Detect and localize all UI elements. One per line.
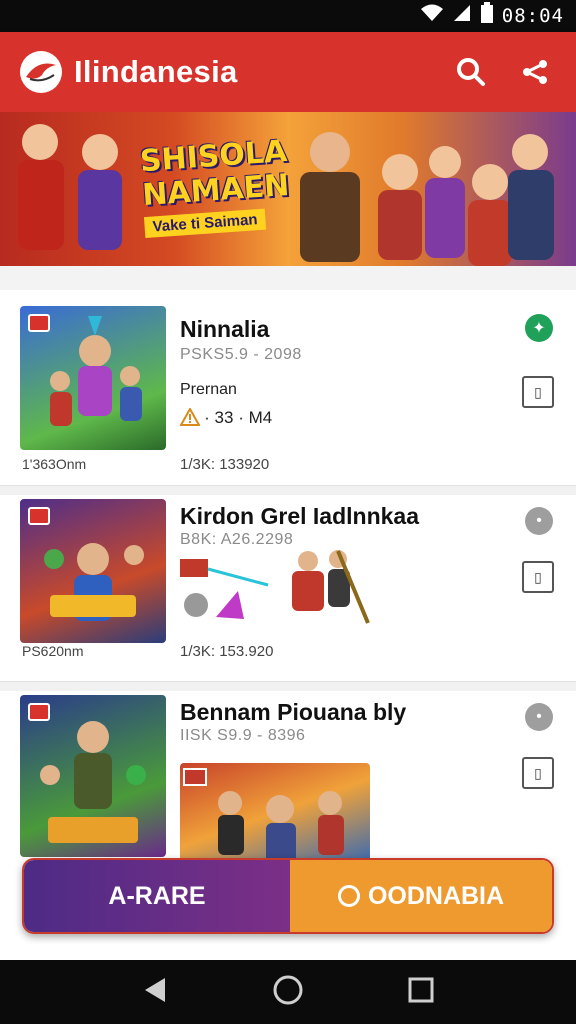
secondary-action-button[interactable]: OODNABIA bbox=[290, 860, 552, 932]
item-title: Ninnalia bbox=[180, 316, 270, 342]
status-indicator-icon: • bbox=[525, 507, 553, 535]
warning-icon bbox=[179, 406, 204, 427]
system-nav-bar bbox=[0, 960, 576, 1024]
item-title: Bennam Piouana bly bbox=[180, 699, 407, 725]
game-thumbnail[interactable] bbox=[20, 695, 166, 857]
banner-title: SHISOLA NAMAEN Vake ti Saiman bbox=[139, 134, 292, 239]
select-checkbox[interactable]: ▯ bbox=[522, 561, 554, 593]
brand-badge-icon bbox=[28, 703, 50, 721]
game-thumbnail[interactable] bbox=[20, 499, 166, 643]
coin-icon bbox=[337, 885, 360, 907]
select-checkbox[interactable]: ▯ bbox=[522, 757, 554, 789]
search-button[interactable] bbox=[448, 49, 494, 95]
home-button[interactable] bbox=[272, 974, 304, 1011]
item-title: Kirdon Grel Iadlnnkaa bbox=[180, 503, 419, 529]
share-button[interactable] bbox=[512, 49, 558, 95]
primary-action-button[interactable]: A-RARE bbox=[24, 860, 290, 932]
list-item[interactable]: Ninnalia PSKS5.9 - 2098 Prernan · 33 · M… bbox=[0, 290, 576, 485]
item-warning-row: · 33 · M4 bbox=[179, 406, 273, 428]
brand-badge-icon bbox=[28, 314, 50, 332]
list-item[interactable]: Kirdon Grel Iadlnnkaa B8K: A26.2298 PS62… bbox=[0, 495, 576, 681]
app-title: Ilindanesia bbox=[74, 54, 238, 89]
app-bar: Ilindanesia bbox=[0, 32, 576, 112]
item-preview-image bbox=[180, 763, 370, 863]
brand-badge-icon bbox=[28, 507, 50, 525]
status-time: 08:04 bbox=[501, 5, 564, 27]
action-bar: A-RARE OODNABIA bbox=[22, 858, 554, 934]
status-indicator-icon: ✦ bbox=[525, 314, 553, 342]
wifi-icon bbox=[420, 3, 444, 29]
promo-banner[interactable]: SHISOLA NAMAEN Vake ti Saiman bbox=[0, 112, 576, 266]
item-size: PS620nm bbox=[22, 643, 84, 659]
item-stats: 1/3K: 133920 bbox=[180, 456, 270, 473]
item-stats: 1/3K: 153.920 bbox=[180, 643, 274, 660]
recents-icon bbox=[408, 977, 434, 1002]
primary-action-label: A-RARE bbox=[108, 881, 206, 910]
home-icon bbox=[273, 975, 303, 1004]
item-price: IISK S9.9 - 8396 bbox=[180, 727, 306, 744]
secondary-action-label: OODNABIA bbox=[367, 881, 505, 910]
divider bbox=[0, 681, 576, 691]
select-checkbox[interactable]: ▯ bbox=[522, 376, 554, 408]
item-size: 1'363Onm bbox=[22, 456, 87, 472]
item-preview-art bbox=[180, 550, 370, 624]
signal-icon bbox=[452, 3, 472, 29]
back-button[interactable] bbox=[141, 976, 169, 1009]
search-icon bbox=[457, 58, 485, 86]
divider bbox=[0, 485, 576, 495]
share-icon bbox=[523, 60, 547, 84]
status-indicator-icon: • bbox=[525, 703, 553, 731]
item-price: PSKS5.9 - 2098 bbox=[180, 346, 302, 363]
status-bar: 08:04 bbox=[0, 0, 576, 32]
app-logo-icon bbox=[18, 49, 64, 95]
item-label: Prernan bbox=[180, 381, 237, 398]
item-warning-text: · 33 · M4 bbox=[204, 408, 273, 427]
game-thumbnail[interactable] bbox=[20, 306, 166, 450]
recents-button[interactable] bbox=[407, 976, 435, 1009]
back-icon bbox=[145, 977, 166, 1002]
battery-icon bbox=[480, 2, 494, 30]
